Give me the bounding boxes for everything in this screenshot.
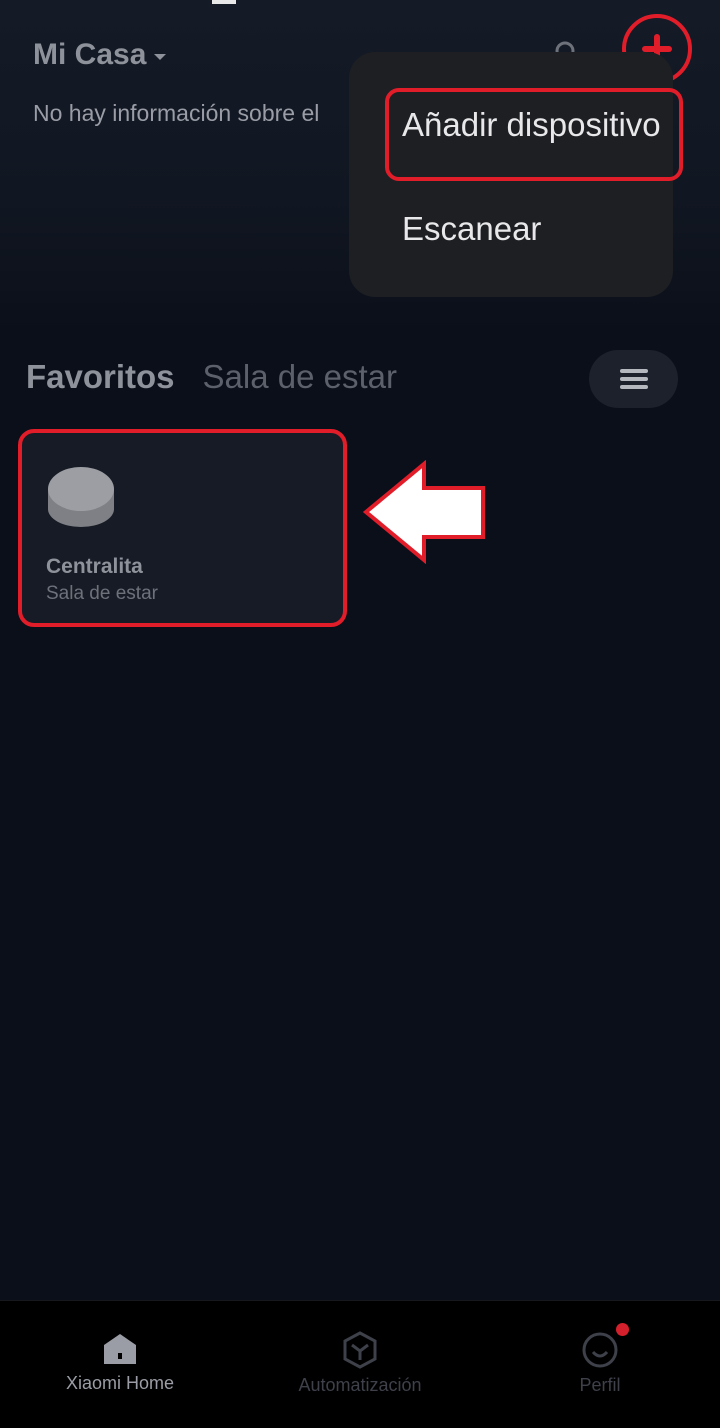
nav-label-automation: Automatización (298, 1375, 422, 1395)
status-bar-indicator (212, 0, 236, 4)
automation-icon (343, 1331, 377, 1369)
tab-favoritos[interactable]: Favoritos (26, 358, 175, 396)
chevron-down-icon (154, 54, 167, 60)
room-list-button[interactable] (589, 350, 678, 408)
tab-sala-de-estar[interactable]: Sala de estar (203, 358, 397, 396)
device-card[interactable]: Centralita Sala de estar (18, 429, 347, 627)
pointer-arrow-icon (362, 460, 485, 564)
device-name: Centralita (46, 555, 143, 578)
nav-label-profile: Perfil (579, 1375, 621, 1395)
nav-label-home: Xiaomi Home (65, 1373, 175, 1393)
menu-item-scan[interactable]: Escanear (402, 210, 541, 248)
hub-device-icon (48, 467, 114, 527)
nav-item-home[interactable]: Xiaomi Home (60, 1331, 180, 1394)
bottom-navigation: Xiaomi Home Automatización Perfil (0, 1300, 720, 1428)
home-name: Mi Casa (33, 38, 147, 71)
room-tabs: Favoritos Sala de estar (26, 358, 397, 396)
notification-badge (616, 1323, 629, 1336)
device-room: Sala de estar (46, 583, 158, 604)
menu-icon (619, 369, 648, 389)
profile-icon (582, 1332, 618, 1368)
weather-info-text: No hay información sobre el (33, 100, 320, 126)
home-selector[interactable]: Mi Casa (33, 38, 167, 72)
home-icon (104, 1334, 136, 1364)
nav-item-automation[interactable]: Automatización (290, 1331, 430, 1396)
highlight-box-add-device (385, 88, 683, 181)
nav-item-profile[interactable]: Perfil (560, 1331, 640, 1396)
